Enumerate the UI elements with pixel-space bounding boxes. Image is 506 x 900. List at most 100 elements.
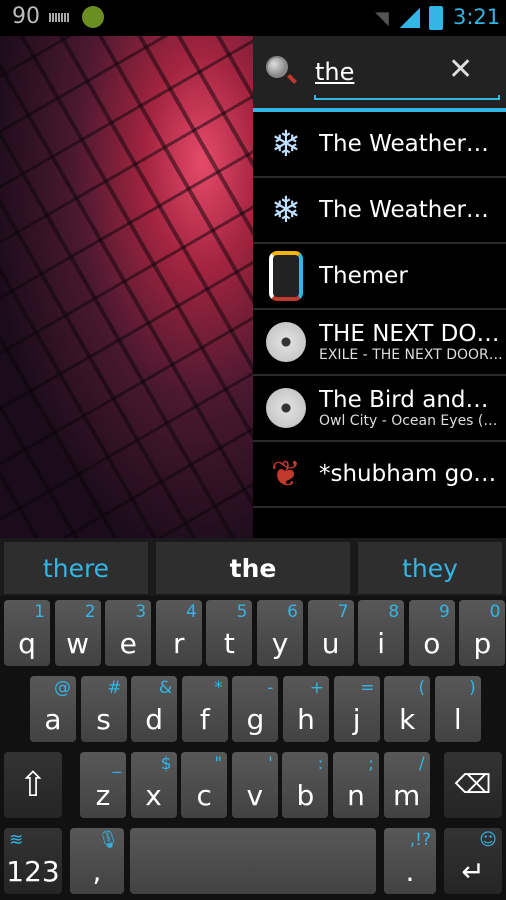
key-v[interactable]: v ' — [231, 752, 278, 818]
search-icon — [266, 56, 288, 78]
list-item[interactable]: THE NEXT DO… EXILE - THE NEXT DOOR… — [253, 310, 506, 376]
key-hint: ) — [469, 678, 476, 698]
themer-icon — [269, 251, 303, 301]
key-hint: ; — [368, 754, 374, 774]
key-b[interactable]: b: — [282, 752, 329, 818]
key-g[interactable]: g- — [232, 676, 279, 742]
key-hint: 2 — [84, 602, 96, 622]
list-item[interactable]: Themer — [253, 244, 506, 310]
key-label: d — [145, 703, 164, 736]
suggestion-there[interactable]: there — [4, 542, 148, 594]
delete-key[interactable]: ⌫ — [444, 752, 502, 818]
signal-icon — [400, 8, 420, 28]
result-title: THE NEXT DO… — [319, 321, 500, 347]
key-w[interactable]: w2 — [54, 600, 101, 666]
key-hint: 7 — [337, 602, 349, 622]
key-n[interactable]: n; — [333, 752, 379, 818]
key-hint: " — [214, 754, 223, 774]
key-z[interactable]: z _ — [80, 752, 126, 818]
key-o[interactable]: o9 — [408, 600, 455, 666]
result-title: Themer — [319, 263, 408, 289]
key-s[interactable]: s # — [80, 676, 127, 742]
key-label: g — [246, 703, 265, 736]
key-hint: 0 — [489, 602, 501, 622]
key-i[interactable]: i8 — [358, 600, 405, 666]
key-label: c — [196, 779, 212, 812]
key-label: e — [119, 627, 137, 660]
search-panel: ✕ ❄ The Weather… ❄ The Weather… Themer THE… — [253, 36, 506, 538]
key-label: l — [453, 703, 462, 736]
enter-key[interactable]: ↵ ☺ — [444, 828, 502, 894]
symbols-key[interactable]: 123 ≋ — [4, 828, 62, 894]
period-key[interactable]: .,!? — [384, 828, 436, 894]
key-label: b — [296, 779, 315, 812]
key-label: h — [297, 703, 315, 736]
swiftkey-icon: ≋ — [9, 830, 24, 850]
list-item[interactable]: ❦ *shubham go… — [253, 442, 506, 508]
bug-icon — [82, 6, 104, 28]
wifi-icon: ◥ — [375, 8, 389, 29]
shift-arrow-icon: ⇧ — [18, 765, 48, 805]
key-hint: 4 — [185, 602, 197, 622]
notification-number: 90 — [12, 4, 40, 29]
key-h[interactable]: h + — [283, 676, 329, 742]
key-hint: / — [418, 754, 425, 774]
search-input[interactable] — [315, 58, 425, 86]
key-a[interactable]: a @ — [30, 676, 76, 742]
key-label: u — [321, 627, 340, 660]
key-hint: 8 — [388, 602, 400, 622]
key-r[interactable]: r4 — [155, 600, 202, 666]
input-underline — [314, 95, 500, 100]
key-hint: + — [309, 678, 324, 698]
period-label: . — [405, 855, 415, 888]
list-item[interactable]: The Bird and… Owl City - Ocean Eyes (… — [253, 376, 506, 442]
key-label: o — [423, 627, 441, 660]
key-label: s — [96, 703, 111, 736]
key-k[interactable]: k( — [384, 676, 431, 742]
keyboard: there the they q 1 w 2 e 3 r 4 t 5 y 6 u 7 i 8 o 9 p 0 a @ s # d… — [0, 538, 506, 900]
snowflake-icon: ❄ — [270, 189, 302, 231]
key-u[interactable]: u7 — [307, 600, 354, 666]
space-key[interactable] — [130, 828, 376, 894]
suggestion-they[interactable]: they — [358, 542, 502, 594]
disc-icon — [266, 388, 306, 428]
disc-icon — [266, 322, 306, 362]
key-hint: $ — [160, 754, 172, 774]
results-list: ❄ The Weather… ❄ The Weather… Themer THE N… — [253, 112, 506, 508]
key-label: y — [271, 627, 289, 660]
key-p[interactable]: p0 — [459, 600, 506, 666]
status-bar: 90 ◥ 3:21 — [0, 0, 506, 36]
key-hint: 1 — [34, 602, 45, 622]
result-title: The Weather… — [319, 197, 489, 223]
hearts-icon: ❦ — [270, 453, 302, 495]
key-l[interactable]: l) — [434, 676, 481, 742]
comma-key[interactable]: , 🎙 — [70, 828, 124, 894]
key-c[interactable]: c " — [181, 752, 228, 818]
shift-key[interactable]: ⇧ — [4, 752, 62, 818]
clock: 3:21 — [453, 5, 501, 29]
key-f[interactable]: f * — [181, 676, 228, 742]
battery-charging-icon — [429, 6, 443, 30]
list-item[interactable]: ❄ The Weather… — [253, 112, 506, 178]
key-d[interactable]: d & — [131, 676, 178, 742]
key-j[interactable]: j = — [333, 676, 380, 742]
key-hint: @ — [54, 678, 71, 698]
key-label: v — [246, 779, 264, 812]
close-icon[interactable]: ✕ — [448, 52, 473, 87]
result-title: *shubham go… — [319, 461, 497, 487]
key-label: p — [473, 627, 492, 660]
key-e[interactable]: e3 — [105, 600, 152, 666]
key-q[interactable]: q1 — [4, 600, 50, 666]
suggestion-bar: there the they — [0, 538, 506, 596]
symbols-label: 123 — [6, 855, 60, 888]
key-label: i — [377, 627, 386, 660]
suggestion-the[interactable]: the — [156, 542, 350, 594]
key-hint: : — [317, 754, 324, 774]
list-item[interactable]: ❄ The Weather… — [253, 178, 506, 244]
key-m[interactable]: m / — [383, 752, 430, 818]
key-x[interactable]: x $ — [130, 752, 177, 818]
key-label: z — [95, 779, 111, 812]
key-y[interactable]: y6 — [257, 600, 303, 666]
period-hint: ,!? — [409, 830, 431, 850]
key-t[interactable]: t5 — [206, 600, 253, 666]
